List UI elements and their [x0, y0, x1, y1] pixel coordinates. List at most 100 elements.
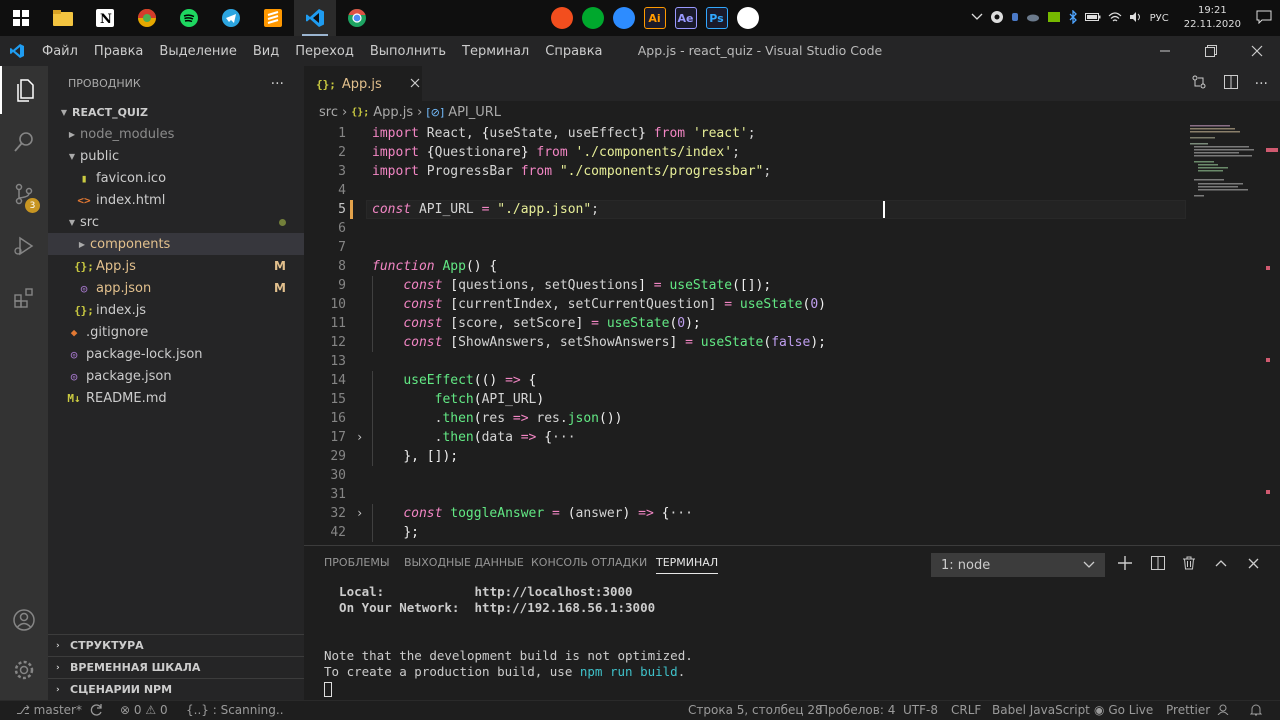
indentation[interactable]: Пробелов: 4 [819, 703, 895, 717]
breadcrumb-file[interactable]: App.js [373, 105, 413, 120]
breadcrumb-symbol[interactable]: API_URL [448, 105, 501, 120]
language-indicator[interactable]: РУС [1150, 13, 1169, 24]
menu-item-4[interactable]: Переход [287, 44, 362, 59]
taskbar-telegram[interactable] [210, 0, 252, 36]
go-live-button[interactable]: ◉ Go Live [1094, 703, 1153, 717]
taskbar-pinned-app[interactable] [577, 0, 608, 36]
taskbar-vscode[interactable] [294, 0, 336, 36]
code-token: from [645, 126, 693, 141]
battery-icon[interactable] [1084, 12, 1101, 25]
tab-app-js[interactable]: {}; App.js [304, 66, 422, 101]
section-npm-scripts[interactable]: › СЦЕНАРИИ NPM [48, 678, 304, 700]
start-button[interactable] [0, 0, 42, 36]
tray-small-icon[interactable] [1011, 12, 1019, 25]
taskbar-pinned-app[interactable] [608, 0, 639, 36]
wifi-icon[interactable] [1108, 11, 1122, 26]
tree-file[interactable]: ◎ app.json M [48, 277, 304, 299]
explorer-activity[interactable] [0, 66, 48, 114]
taskbar-chrome[interactable] [336, 0, 378, 36]
tree-file[interactable]: {}; index.js [48, 299, 304, 321]
taskbar-notion[interactable]: N [84, 0, 126, 36]
taskbar-pinned-app[interactable] [546, 0, 577, 36]
close-window-button[interactable] [1234, 36, 1280, 66]
chevron-right-icon[interactable]: › [356, 428, 368, 447]
tab-terminal[interactable]: ТЕРМИНАЛ [656, 556, 719, 574]
tree-folder[interactable]: ▶ node_modules [48, 123, 304, 145]
menu-item-5[interactable]: Выполнить [362, 44, 454, 59]
prettier-status[interactable]: Prettier [1166, 703, 1210, 717]
encoding[interactable]: UTF-8 [903, 703, 938, 717]
bluetooth-icon[interactable] [1068, 8, 1078, 27]
tree-folder[interactable]: ▼ src [48, 211, 304, 233]
cursor-position[interactable]: Строка 5, столбец 28 [688, 703, 823, 717]
terminal-select[interactable]: 1: node [931, 553, 1105, 577]
code-editor[interactable]: 1 import React, {useState, useEffect} fro… [304, 123, 1186, 545]
split-editor-button[interactable] [1223, 74, 1239, 94]
taskbar-file-explorer[interactable] [42, 0, 84, 36]
tree-folder[interactable]: ▶ components [48, 233, 304, 255]
source-control-activity[interactable]: 3 [0, 170, 48, 218]
taskbar-spotify[interactable] [168, 0, 210, 36]
section-timeline[interactable]: › ВРЕМЕННАЯ ШКАЛА [48, 656, 304, 678]
breadcrumb-folder[interactable]: src [319, 105, 338, 120]
tree-file[interactable]: {}; App.js M [48, 255, 304, 277]
accounts-activity[interactable] [0, 596, 48, 644]
chevron-right-icon[interactable]: › [356, 504, 368, 523]
extensions-activity[interactable] [0, 274, 48, 322]
menu-item-2[interactable]: Выделение [151, 44, 244, 59]
tray-cloud-icon[interactable] [1026, 12, 1040, 25]
language-mode[interactable]: Babel JavaScript [992, 703, 1090, 717]
split-terminal-button[interactable] [1147, 552, 1169, 574]
scanning-status[interactable]: {..} : Scanning.. [186, 703, 284, 717]
branch-indicator[interactable]: ⎇ master* [16, 703, 82, 717]
minimap[interactable] [1186, 123, 1266, 545]
workspace-root[interactable]: ▼ REACT_QUIZ [48, 101, 304, 123]
restore-button[interactable] [1188, 36, 1234, 66]
notifications-icon[interactable] [1256, 10, 1272, 27]
search-activity[interactable] [0, 118, 48, 166]
run-debug-activity[interactable] [0, 222, 48, 270]
taskbar-chrome-canary[interactable] [126, 0, 168, 36]
menu-item-0[interactable]: Файл [34, 44, 86, 59]
maximize-panel-button[interactable] [1210, 552, 1232, 574]
tree-folder[interactable]: ▼ public [48, 145, 304, 167]
tab-close-button[interactable] [410, 77, 420, 92]
section-outline[interactable]: › СТРУКТУРА [48, 634, 304, 656]
taskbar-pinned-app[interactable] [732, 0, 763, 36]
menu-item-6[interactable]: Терминал [454, 44, 537, 59]
feedback-button[interactable] [1216, 703, 1230, 718]
tab-output[interactable]: ВЫХОДНЫЕ ДАННЫЕ [404, 556, 524, 569]
menu-item-1[interactable]: Правка [86, 44, 151, 59]
tray-app-icon[interactable] [990, 10, 1004, 27]
open-changes-button[interactable] [1191, 74, 1207, 94]
tab-problems[interactable]: ПРОБЛЕМЫ [324, 556, 390, 569]
more-actions-icon[interactable]: ··· [1255, 76, 1268, 92]
menu-item-3[interactable]: Вид [245, 44, 287, 59]
system-clock[interactable]: 19:21 22.11.2020 [1184, 4, 1241, 32]
tree-file[interactable]: ◎ package.json [48, 365, 304, 387]
settings-activity[interactable] [0, 646, 48, 694]
chevron-up-icon[interactable] [971, 13, 983, 24]
problems-indicator[interactable]: ⊗ 0 ⚠ 0 [120, 703, 168, 717]
end-of-line[interactable]: CRLF [951, 703, 981, 717]
notifications-button[interactable] [1249, 703, 1263, 719]
kill-terminal-button[interactable] [1178, 552, 1200, 574]
nvidia-icon[interactable] [1047, 11, 1061, 26]
minimize-button[interactable] [1142, 36, 1188, 66]
explorer-more-button[interactable]: ··· [271, 76, 284, 92]
tree-file[interactable]: ◆ .gitignore [48, 321, 304, 343]
taskbar-pinned-app[interactable]: Ps [701, 0, 732, 36]
tree-file[interactable]: ▮ favicon.ico [48, 167, 304, 189]
sync-button[interactable] [90, 703, 103, 719]
close-panel-button[interactable] [1242, 552, 1264, 574]
volume-icon[interactable] [1129, 11, 1143, 26]
clock-time: 19:21 [1197, 5, 1227, 16]
tree-file[interactable]: <> index.html [48, 189, 304, 211]
new-terminal-button[interactable] [1114, 552, 1136, 574]
taskbar-pinned-app[interactable]: Ai [639, 0, 670, 36]
taskbar-pinned-app[interactable]: Ae [670, 0, 701, 36]
tree-file[interactable]: M↓ README.md [48, 387, 304, 409]
tab-debug-console[interactable]: КОНСОЛЬ ОТЛАДКИ [531, 556, 647, 569]
taskbar-sublime[interactable] [252, 0, 294, 36]
tree-file[interactable]: ◎ package-lock.json [48, 343, 304, 365]
